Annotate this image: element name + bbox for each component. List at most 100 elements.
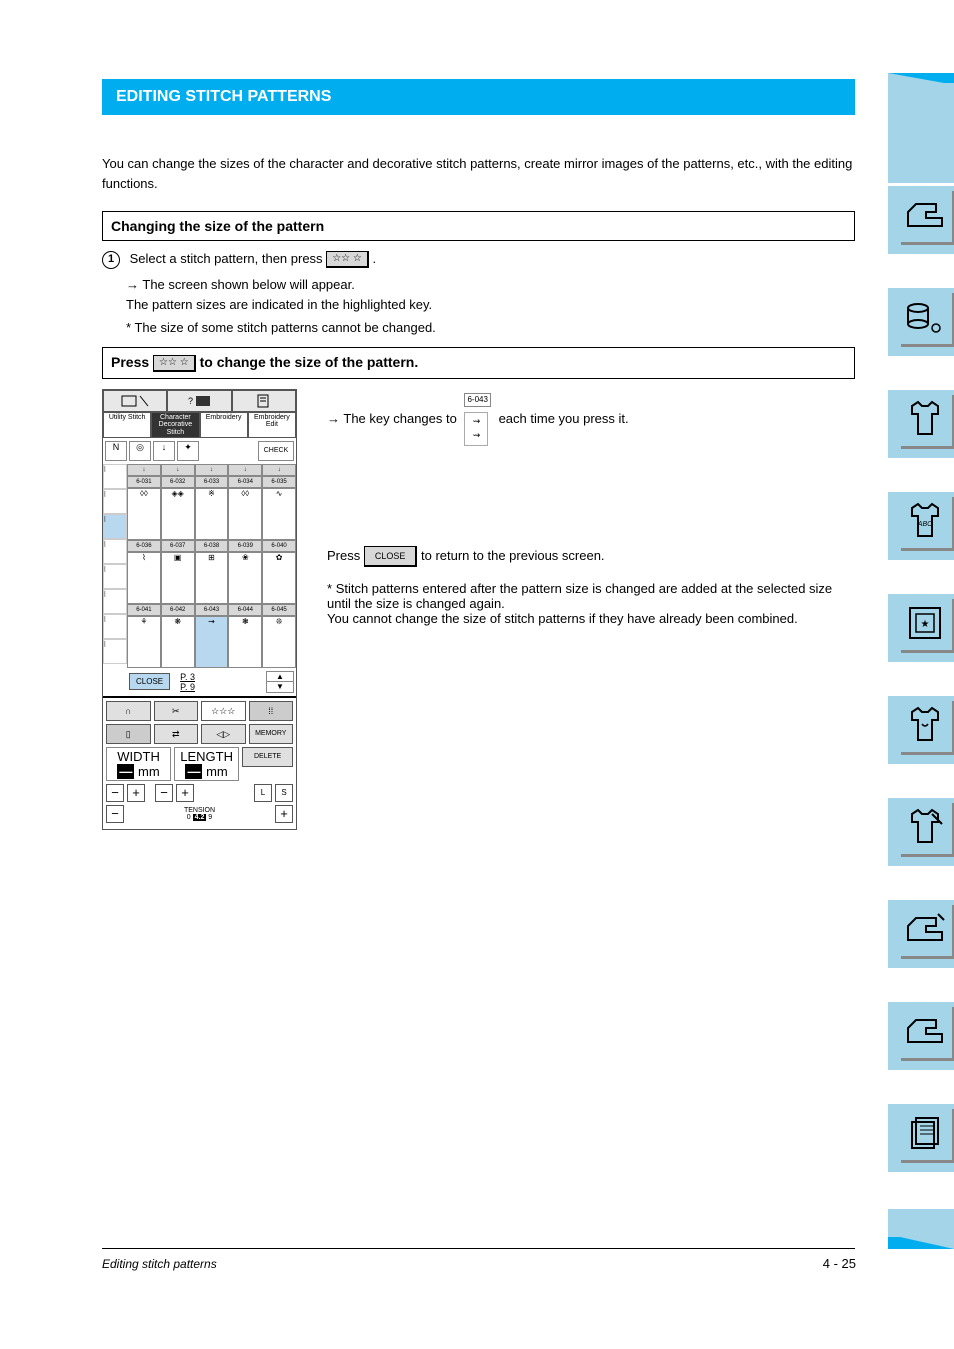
- step-1-text-b: .: [373, 251, 377, 266]
- screen-cat-8[interactable]: ⦚: [103, 639, 127, 664]
- screen-cat-6[interactable]: ⦚: [103, 589, 127, 614]
- ctrl-reinforce[interactable]: ∩: [106, 701, 151, 721]
- screen-check-button[interactable]: CHECK: [258, 441, 294, 461]
- screen-cat-7[interactable]: ⦚: [103, 614, 127, 639]
- screen-page-indicator[interactable]: P. 3 P. 9: [180, 672, 195, 692]
- grid-code: 6-040: [262, 540, 296, 552]
- grid-code: 6-031: [127, 476, 161, 488]
- width-minus[interactable]: −: [106, 784, 124, 802]
- screen-cat-5[interactable]: ⦚: [103, 564, 127, 589]
- screen-cat-4[interactable]: ⦚: [103, 539, 127, 564]
- sidebar-bottom-accent: [888, 1209, 954, 1249]
- screen-top-help-icon[interactable]: ?: [167, 390, 231, 412]
- tension-minus[interactable]: −: [106, 805, 124, 823]
- grid-code: 6-044: [228, 604, 262, 616]
- ctrl-mirror-h[interactable]: ⇄: [154, 724, 199, 744]
- ctrl-single[interactable]: ▯: [106, 724, 151, 744]
- sidebar-tab-5[interactable]: ★: [888, 594, 954, 662]
- svg-text:★: ★: [921, 619, 930, 630]
- ctrl-size[interactable]: ☆☆☆: [201, 701, 246, 721]
- ctrl-mirror-v[interactable]: ◁▷: [201, 724, 246, 744]
- pattern-6-033[interactable]: ※: [195, 488, 229, 540]
- grid-code: 6-032: [161, 476, 195, 488]
- sidebar-tab-3[interactable]: [888, 390, 954, 458]
- screen-cat-3[interactable]: ⦚: [103, 514, 127, 539]
- inline-pattern-code: 6-043: [464, 393, 490, 407]
- tension-label: TENSION: [127, 807, 272, 814]
- page-icon: [254, 394, 274, 408]
- screen-tool-3[interactable]: ↓: [153, 441, 175, 461]
- note-1: * The size of some stitch patterns canno…: [126, 320, 855, 335]
- ctrl-cut[interactable]: ✂: [154, 701, 199, 721]
- screen-cat-2[interactable]: ⦚: [103, 489, 127, 514]
- intro-text: You can change the sizes of the characte…: [102, 154, 855, 193]
- footer-page-number: 4 - 25: [823, 1256, 856, 1271]
- footer-divider: [102, 1248, 855, 1249]
- grid-code: 6-036: [127, 540, 161, 552]
- sidebar-tab-6[interactable]: [888, 696, 954, 764]
- ctrl-memory[interactable]: MEMORY: [249, 724, 294, 744]
- pattern-6-039[interactable]: ❀: [228, 552, 262, 604]
- sidebar-tab-2[interactable]: [888, 288, 954, 356]
- screen-tab-decorative[interactable]: Character Decorative Stitch: [151, 412, 199, 438]
- ctrl-needle[interactable]: ⁞⁞: [249, 701, 294, 721]
- pattern-6-042[interactable]: ❋: [161, 616, 195, 668]
- ls-l[interactable]: L: [254, 784, 272, 802]
- pattern-6-043[interactable]: ⇝: [195, 616, 229, 668]
- width-plus[interactable]: +: [127, 784, 145, 802]
- grid-code: 6-033: [195, 476, 229, 488]
- ls-s[interactable]: S: [275, 784, 293, 802]
- screen-top-page-icon[interactable]: [232, 390, 296, 412]
- sidebar-top-accent: [888, 73, 954, 183]
- sidebar-tab-4[interactable]: ABC: [888, 492, 954, 560]
- step-1-result: The screen shown below will appear. The …: [126, 275, 855, 314]
- screen-close-button[interactable]: CLOSE: [129, 673, 170, 690]
- pattern-6-037[interactable]: ▣: [161, 552, 195, 604]
- sidebar-tab-9[interactable]: [888, 1002, 954, 1070]
- ctrl-delete[interactable]: DELETE: [242, 747, 293, 767]
- machine-plain-icon: [902, 1008, 948, 1054]
- documents-icon: [902, 1110, 948, 1156]
- size-icon-button-2[interactable]: ☆☆ ☆: [153, 355, 196, 372]
- tshirt-abc-icon: ABC: [902, 498, 948, 544]
- grid-hdr: ↓: [195, 464, 229, 476]
- length-plus[interactable]: +: [176, 784, 194, 802]
- pattern-6-034[interactable]: ◊◊: [228, 488, 262, 540]
- screen-tab-edit[interactable]: Embroidery Edit: [248, 412, 296, 438]
- step-1-text-a: Select a stitch pattern, then press: [130, 251, 323, 266]
- sidebar-tab-8[interactable]: [888, 900, 954, 968]
- grid-code: 6-038: [195, 540, 229, 552]
- pattern-6-036[interactable]: ⌇: [127, 552, 161, 604]
- note-2-text: Stitch patterns entered after the patter…: [327, 581, 832, 626]
- screen-tool-4[interactable]: ✦: [177, 441, 199, 461]
- pattern-6-041[interactable]: ⚘: [127, 616, 161, 668]
- grid-code: 6-043: [195, 604, 229, 616]
- press-close-text-b: to return to the previous screen.: [421, 548, 605, 563]
- screen-tab-embroidery[interactable]: Embroidery: [200, 412, 248, 438]
- pattern-6-038[interactable]: ⊞: [195, 552, 229, 604]
- grid-code: 6-041: [127, 604, 161, 616]
- screen-tool-2[interactable]: ◎: [129, 441, 151, 461]
- grid-code: 6-039: [228, 540, 262, 552]
- pattern-6-045[interactable]: ❊: [262, 616, 296, 668]
- size-icon-button[interactable]: ☆☆ ☆: [326, 251, 369, 268]
- grid-code: 6-042: [161, 604, 195, 616]
- inline-pattern-sample: ⇝⇝: [464, 412, 488, 446]
- length-minus[interactable]: −: [155, 784, 173, 802]
- sidebar-tab-7[interactable]: [888, 798, 954, 866]
- sidebar-tab-10[interactable]: [888, 1104, 954, 1172]
- machine-options-icon: [902, 906, 948, 952]
- pattern-6-040[interactable]: ✿: [262, 552, 296, 604]
- screen-page-arrows[interactable]: ▲▼: [266, 671, 294, 693]
- screen-tab-utility[interactable]: Utility Stitch: [103, 412, 151, 438]
- tension-plus[interactable]: +: [275, 805, 293, 823]
- close-button-inline[interactable]: CLOSE: [364, 546, 418, 567]
- pattern-6-035[interactable]: ∿: [262, 488, 296, 540]
- screen-tool-1[interactable]: N: [105, 441, 127, 461]
- screen-top-foot-icon: [103, 390, 167, 412]
- sidebar-tab-1[interactable]: [888, 186, 954, 254]
- pattern-6-044[interactable]: ❃: [228, 616, 262, 668]
- screen-cat-1[interactable]: ⦚: [103, 464, 127, 489]
- pattern-6-031[interactable]: ◊◊: [127, 488, 161, 540]
- pattern-6-032[interactable]: ◈◈: [161, 488, 195, 540]
